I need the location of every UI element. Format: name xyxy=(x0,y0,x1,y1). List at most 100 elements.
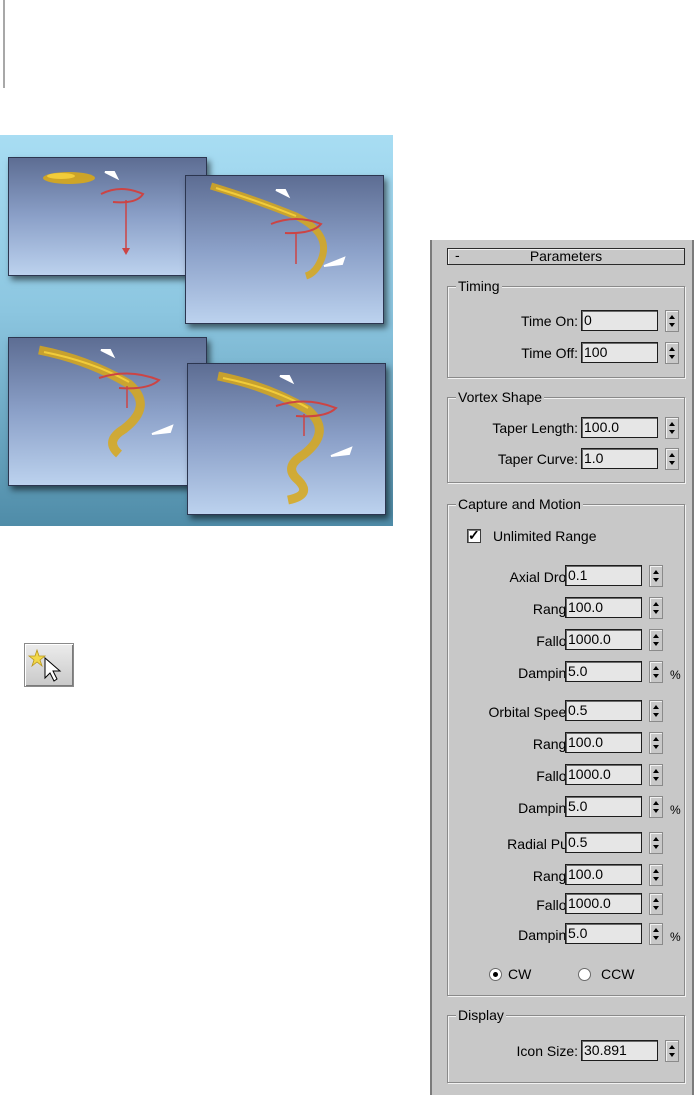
taper-length-field[interactable]: 100.0 xyxy=(581,417,658,438)
spinner-up-icon xyxy=(653,769,659,773)
axial-damping-field[interactable]: 5.0 xyxy=(565,661,642,682)
vortex-preview-illustration xyxy=(0,135,393,526)
icon-size-spinner[interactable] xyxy=(665,1040,679,1062)
orbital-damping-spinner[interactable] xyxy=(649,796,663,818)
orbital-speed-field[interactable]: 0.5 xyxy=(565,700,642,721)
radial-falloff-spinner[interactable] xyxy=(649,893,663,915)
percent-unit: % xyxy=(670,803,681,817)
axial-falloff-field[interactable]: 1000.0 xyxy=(565,629,642,650)
spinner-down-icon xyxy=(653,777,659,781)
spinner-down-icon xyxy=(669,1053,675,1057)
spinner-down-icon xyxy=(669,323,675,327)
axial-falloff-spinner[interactable] xyxy=(649,629,663,651)
spinner-up-icon xyxy=(653,666,659,670)
spinner-down-icon xyxy=(653,809,659,813)
axial-damping-spinner[interactable] xyxy=(649,661,663,683)
spinner-down-icon xyxy=(653,745,659,749)
time-off-field[interactable]: 100 xyxy=(581,342,658,363)
capture-motion-group: Capture and Motion ✓ Unlimited Range Axi… xyxy=(447,495,685,996)
spinner-up-icon xyxy=(669,1045,675,1049)
group-title: Capture and Motion xyxy=(456,495,583,513)
taper-length-label: Taper Length: xyxy=(492,420,578,436)
orbital-speed-spinner[interactable] xyxy=(649,700,663,722)
checkmark-icon: ✓ xyxy=(468,527,480,543)
spinner-down-icon xyxy=(653,642,659,646)
spinner-down-icon xyxy=(669,355,675,359)
ccw-radio[interactable] xyxy=(578,968,591,981)
spinner-up-icon xyxy=(669,347,675,351)
vortex-shape-group: Vortex Shape Taper Length: 100.0 Taper C… xyxy=(447,388,685,483)
cw-radio[interactable] xyxy=(489,968,502,981)
spinner-up-icon xyxy=(653,602,659,606)
unlimited-range-checkbox[interactable]: ✓ xyxy=(467,527,481,543)
axial-drop-spinner[interactable] xyxy=(649,565,663,587)
group-title: Display xyxy=(456,1006,506,1024)
spinner-down-icon xyxy=(653,610,659,614)
parameters-panel: - Parameters Timing Time On: 0 Time Off:… xyxy=(430,240,694,1095)
spinner-down-icon xyxy=(653,936,659,940)
spinner-up-icon xyxy=(669,422,675,426)
preview-frame-4 xyxy=(187,363,386,515)
spinner-down-icon xyxy=(653,845,659,849)
radial-range-spinner[interactable] xyxy=(649,864,663,886)
axial-drop-field[interactable]: 0.1 xyxy=(565,565,642,586)
orbital-falloff-spinner[interactable] xyxy=(649,764,663,786)
time-off-spinner[interactable] xyxy=(665,342,679,364)
taper-curve-label: Taper Curve: xyxy=(497,451,578,467)
spinner-up-icon xyxy=(653,898,659,902)
rollout-title: Parameters xyxy=(529,248,603,264)
time-on-field[interactable]: 0 xyxy=(581,310,658,331)
margin-rule xyxy=(3,0,5,88)
unlimited-range-label: Unlimited Range xyxy=(493,528,597,544)
orbital-range-field[interactable]: 100.0 xyxy=(565,732,642,753)
radial-pull-spinner[interactable] xyxy=(649,832,663,854)
group-title: Vortex Shape xyxy=(456,388,545,406)
radial-falloff-field[interactable]: 1000.0 xyxy=(565,893,642,914)
radio-selected-dot xyxy=(493,972,498,977)
icon-size-label: Icon Size: xyxy=(516,1043,578,1059)
orbital-damping-field[interactable]: 5.0 xyxy=(565,796,642,817)
spinner-up-icon xyxy=(653,928,659,932)
spinner-up-icon xyxy=(669,315,675,319)
taper-curve-spinner[interactable] xyxy=(665,448,679,470)
parameters-rollout-header[interactable]: - Parameters xyxy=(447,247,685,265)
spinner-up-icon xyxy=(653,705,659,709)
spinner-up-icon xyxy=(653,837,659,841)
group-title: Timing xyxy=(456,277,502,295)
preview-frame-3 xyxy=(8,337,207,486)
timing-group: Timing Time On: 0 Time Off: 100 xyxy=(447,277,685,378)
taper-curve-field[interactable]: 1.0 xyxy=(581,448,658,469)
axial-range-spinner[interactable] xyxy=(649,597,663,619)
spinner-down-icon xyxy=(669,430,675,434)
spinner-down-icon xyxy=(653,713,659,717)
particle-tool-icon[interactable] xyxy=(24,643,74,687)
radial-damping-spinner[interactable] xyxy=(649,923,663,945)
radial-range-field[interactable]: 100.0 xyxy=(565,864,642,885)
spinner-down-icon xyxy=(653,906,659,910)
orbital-falloff-field[interactable]: 1000.0 xyxy=(565,764,642,785)
spinner-up-icon xyxy=(669,453,675,457)
orbital-range-spinner[interactable] xyxy=(649,732,663,754)
ccw-label: CCW xyxy=(601,966,635,982)
time-on-spinner[interactable] xyxy=(665,310,679,332)
spinner-down-icon xyxy=(669,461,675,465)
display-group: Display Icon Size: 30.891 xyxy=(447,1006,685,1083)
axial-range-field[interactable]: 100.0 xyxy=(565,597,642,618)
icon-size-field[interactable]: 30.891 xyxy=(581,1040,658,1061)
cw-label: CW xyxy=(508,966,532,982)
spinner-up-icon xyxy=(653,634,659,638)
preview-frame-1 xyxy=(8,157,207,276)
time-off-label: Time Off: xyxy=(521,345,578,361)
radial-damping-field[interactable]: 5.0 xyxy=(565,923,642,944)
radial-pull-field[interactable]: 0.5 xyxy=(565,832,642,853)
spinner-down-icon xyxy=(653,877,659,881)
spinner-down-icon xyxy=(653,578,659,582)
spinner-up-icon xyxy=(653,869,659,873)
taper-length-spinner[interactable] xyxy=(665,417,679,439)
spinner-up-icon xyxy=(653,801,659,805)
percent-unit: % xyxy=(670,930,681,944)
spinner-up-icon xyxy=(653,570,659,574)
percent-unit: % xyxy=(670,668,681,682)
spinner-down-icon xyxy=(653,674,659,678)
spinner-up-icon xyxy=(653,737,659,741)
